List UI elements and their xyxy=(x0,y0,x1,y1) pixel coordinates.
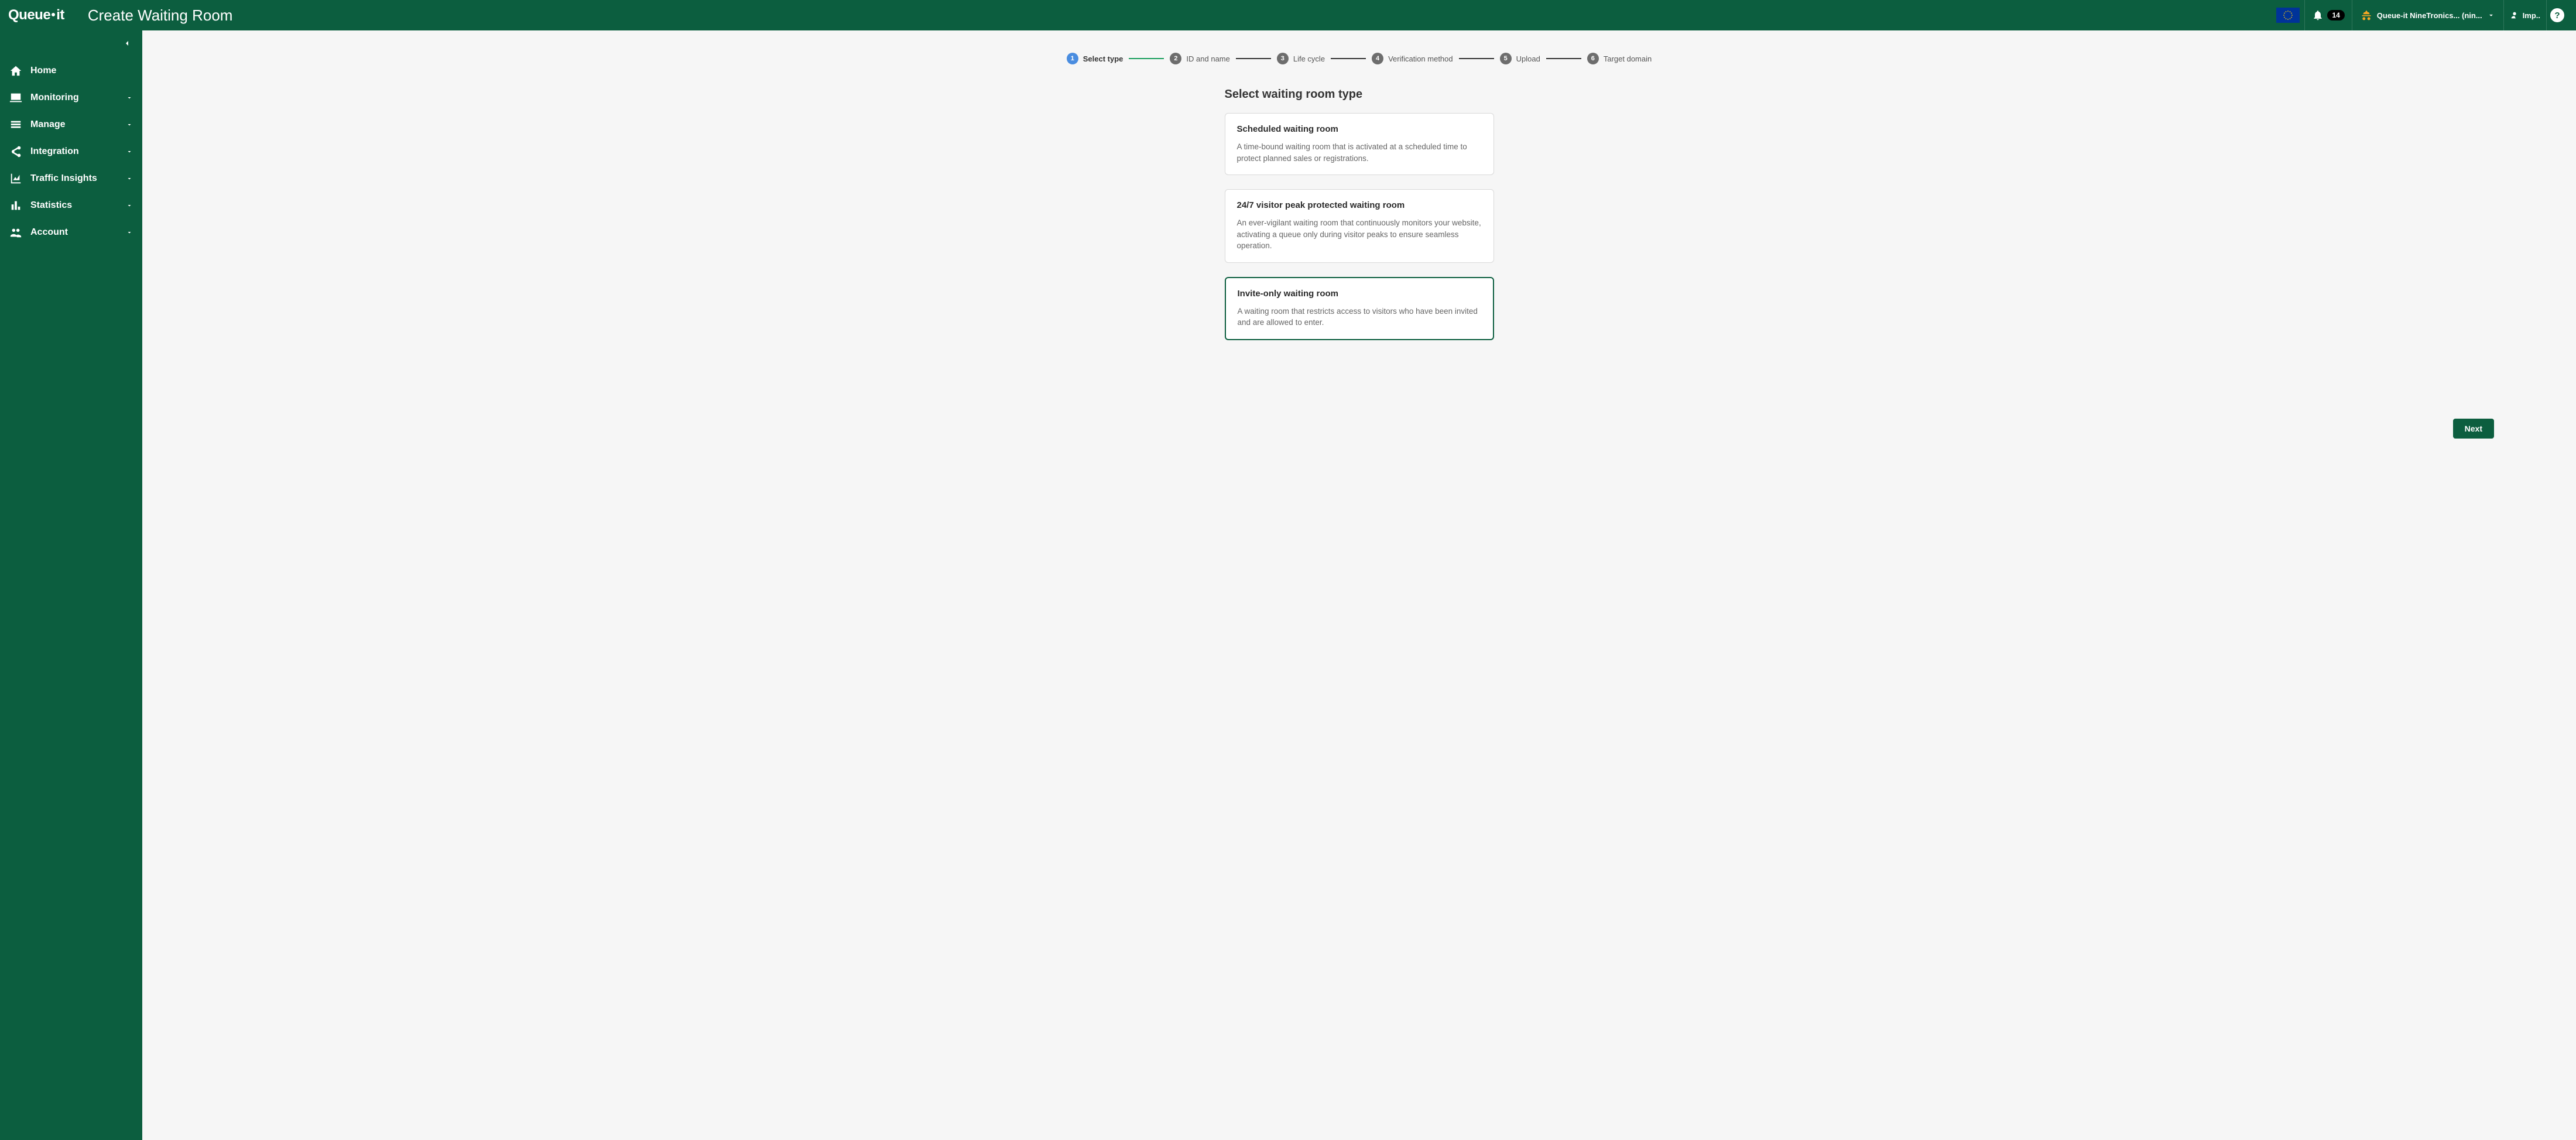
step-select-type[interactable]: 1 Select type xyxy=(1067,53,1123,64)
sidebar-item-label: Statistics xyxy=(30,200,126,211)
step-label: Target domain xyxy=(1604,54,1652,63)
wizard-content: Select waiting room type Scheduled waiti… xyxy=(1213,88,1506,413)
wizard-stepper: 1 Select type 2 ID and name 3 Life cycle… xyxy=(142,30,2576,76)
card-desc: A time-bound waiting room that is activa… xyxy=(1237,141,1482,164)
step-label: Life cycle xyxy=(1293,54,1325,63)
chevron-down-icon xyxy=(126,121,133,128)
user-x-icon xyxy=(2510,11,2519,20)
step-connector xyxy=(1129,58,1164,59)
step-number: 6 xyxy=(1587,53,1599,64)
card-desc: A waiting room that restricts access to … xyxy=(1238,306,1481,328)
sidebar-item-account[interactable]: Account xyxy=(0,219,142,246)
account-switcher[interactable]: Queue-it NineTronics... (nin... xyxy=(2352,9,2503,21)
app-header: Queueit Create Waiting Room 14 Queue-it … xyxy=(0,0,2576,30)
account-label: Queue-it NineTronics... (nin... xyxy=(2377,11,2482,20)
monitor-icon xyxy=(9,91,22,104)
sidebar-item-home[interactable]: Home xyxy=(0,57,142,84)
step-label: Verification method xyxy=(1388,54,1453,63)
step-upload[interactable]: 5 Upload xyxy=(1500,53,1540,64)
card-title: Invite-only waiting room xyxy=(1238,289,1481,299)
bell-icon xyxy=(2312,9,2324,21)
bar-chart-icon xyxy=(9,199,22,212)
impersonate-button[interactable]: Imp.. xyxy=(2504,11,2546,20)
sidebar-collapse-button[interactable] xyxy=(0,36,142,57)
step-connector xyxy=(1331,58,1366,59)
step-number: 5 xyxy=(1500,53,1512,64)
card-title: Scheduled waiting room xyxy=(1237,124,1482,134)
option-scheduled[interactable]: Scheduled waiting room A time-bound wait… xyxy=(1225,113,1494,175)
sidebar-item-traffic[interactable]: Traffic Insights xyxy=(0,165,142,192)
list-icon xyxy=(9,118,22,131)
chevron-left-icon xyxy=(122,39,132,48)
chevron-down-icon xyxy=(126,202,133,209)
step-number: 2 xyxy=(1170,53,1181,64)
option-247[interactable]: 24/7 visitor peak protected waiting room… xyxy=(1225,189,1494,263)
sidebar-item-monitoring[interactable]: Monitoring xyxy=(0,84,142,111)
chart-line-icon xyxy=(9,172,22,185)
step-id-name[interactable]: 2 ID and name xyxy=(1170,53,1229,64)
chevron-down-icon xyxy=(126,229,133,236)
sidebar-item-label: Integration xyxy=(30,146,126,157)
page-title: Create Waiting Room xyxy=(88,6,233,25)
section-title: Select waiting room type xyxy=(1225,88,1494,101)
step-connector xyxy=(1236,58,1271,59)
step-number: 1 xyxy=(1067,53,1078,64)
step-verification[interactable]: 4 Verification method xyxy=(1372,53,1453,64)
sidebar-item-label: Traffic Insights xyxy=(30,173,126,184)
sidebar-item-integration[interactable]: Integration xyxy=(0,138,142,165)
step-label: ID and name xyxy=(1186,54,1229,63)
chevron-down-icon xyxy=(126,148,133,155)
sidebar-item-statistics[interactable]: Statistics xyxy=(0,192,142,219)
chevron-down-icon xyxy=(126,175,133,182)
step-number: 4 xyxy=(1372,53,1383,64)
region-flag-eu[interactable] xyxy=(2276,8,2300,23)
impersonate-label: Imp.. xyxy=(2523,11,2540,20)
sidebar-item-label: Account xyxy=(30,227,126,238)
step-number: 3 xyxy=(1277,53,1289,64)
next-button[interactable]: Next xyxy=(2453,419,2494,439)
sidebar-item-label: Home xyxy=(30,66,133,76)
sidebar-item-label: Monitoring xyxy=(30,93,126,103)
option-invite-only[interactable]: Invite-only waiting room A waiting room … xyxy=(1225,277,1494,340)
main-content: 1 Select type 2 ID and name 3 Life cycle… xyxy=(142,30,2576,1140)
chevron-down-icon xyxy=(2487,11,2495,19)
sidebar-item-manage[interactable]: Manage xyxy=(0,111,142,138)
chevron-down-icon xyxy=(126,94,133,101)
users-icon xyxy=(9,226,22,239)
step-life-cycle[interactable]: 3 Life cycle xyxy=(1277,53,1325,64)
share-icon xyxy=(9,145,22,158)
sidebar: Home Monitoring Manage Integration Traff… xyxy=(0,30,142,1140)
home-icon xyxy=(9,64,22,77)
step-label: Select type xyxy=(1083,54,1123,63)
incognito-icon xyxy=(2361,9,2372,21)
step-connector xyxy=(1546,58,1581,59)
card-desc: An ever-vigilant waiting room that conti… xyxy=(1237,217,1482,252)
step-connector xyxy=(1459,58,1494,59)
step-target-domain[interactable]: 6 Target domain xyxy=(1587,53,1652,64)
notifications-button[interactable]: 14 xyxy=(2305,9,2351,21)
step-label: Upload xyxy=(1516,54,1540,63)
help-button[interactable]: ? xyxy=(2550,8,2564,22)
brand-logo: Queueit xyxy=(8,7,64,23)
wizard-footer: Next xyxy=(142,413,2576,456)
notif-count-badge: 14 xyxy=(2327,10,2344,20)
sidebar-item-label: Manage xyxy=(30,119,126,130)
card-title: 24/7 visitor peak protected waiting room xyxy=(1237,200,1482,210)
header-right: 14 Queue-it NineTronics... (nin... Imp..… xyxy=(2272,0,2568,30)
